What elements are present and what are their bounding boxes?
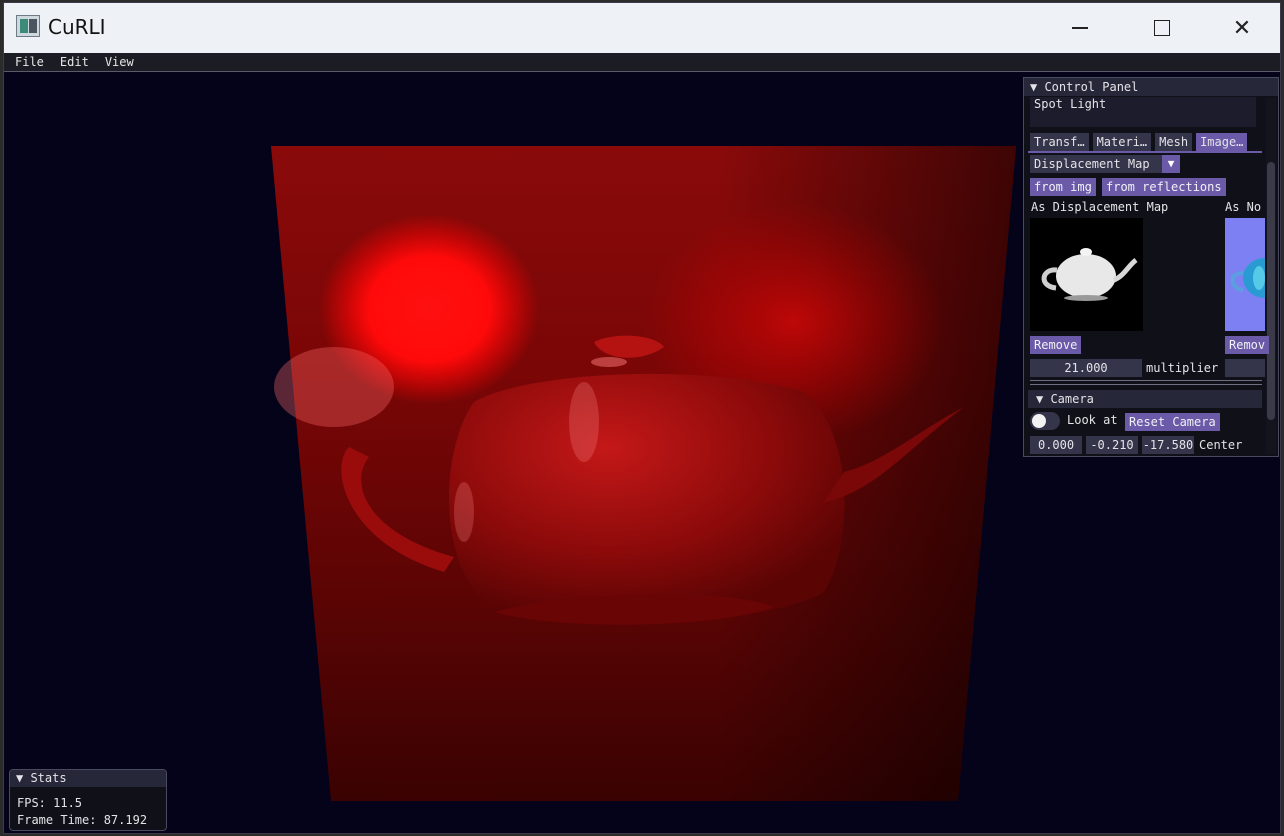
camera-section-header[interactable]: ▼ Camera bbox=[1028, 390, 1262, 408]
look-at-label: Look at bbox=[1067, 413, 1118, 427]
maximize-button[interactable] bbox=[1122, 3, 1202, 53]
from-img-button[interactable]: from img bbox=[1030, 178, 1096, 196]
title-bar[interactable]: CuRLI ✕ bbox=[4, 3, 1280, 53]
separator bbox=[1030, 384, 1262, 385]
stats-panel[interactable]: ▼ Stats FPS: 11.5 Frame Time: 87.192 ms bbox=[9, 769, 167, 831]
toggle-knob bbox=[1032, 414, 1046, 428]
normal-map-preview bbox=[1225, 218, 1265, 331]
control-panel[interactable]: ▼ Control Panel Spot Light Transf… Mater… bbox=[1023, 77, 1279, 457]
scrollbar-thumb[interactable] bbox=[1267, 162, 1275, 420]
selected-object[interactable]: Spot Light bbox=[1034, 97, 1106, 111]
center-label: Center bbox=[1199, 438, 1243, 452]
menu-view[interactable]: View bbox=[97, 53, 142, 71]
maximize-icon bbox=[1154, 20, 1170, 36]
menu-edit[interactable]: Edit bbox=[52, 53, 97, 71]
remove-displacement-button[interactable]: Remove bbox=[1030, 336, 1082, 354]
center-y-input[interactable]: -0.210 bbox=[1086, 436, 1138, 454]
center-z-input[interactable]: -17.580 bbox=[1142, 436, 1194, 454]
menu-file[interactable]: File bbox=[4, 53, 52, 71]
multiplier-input[interactable]: 21.000 bbox=[1030, 359, 1142, 377]
tab-image[interactable]: Image… bbox=[1196, 133, 1248, 151]
from-reflections-button[interactable]: from reflections bbox=[1102, 178, 1226, 196]
control-panel-header[interactable]: ▼ Control Panel bbox=[1024, 78, 1278, 96]
object-list[interactable]: Spot Light bbox=[1030, 97, 1256, 127]
minimize-icon bbox=[1072, 27, 1088, 29]
app-icon bbox=[16, 15, 40, 37]
remove-normal-button[interactable]: Remov bbox=[1225, 336, 1270, 354]
as-normal-label: As No bbox=[1225, 200, 1262, 214]
map-type-value: Displacement Map bbox=[1034, 157, 1150, 171]
panel-tabs: Transf… Materi… Mesh Image… bbox=[1030, 133, 1260, 151]
app-window: CuRLI ✕ File Edit View ▼ Control Panel S… bbox=[3, 2, 1281, 834]
close-icon: ✕ bbox=[1232, 15, 1252, 41]
dropdown-arrow-icon[interactable]: ▼ bbox=[1162, 155, 1180, 173]
look-at-toggle[interactable] bbox=[1030, 412, 1060, 430]
tab-underline bbox=[1028, 151, 1262, 153]
window-title: CuRLI bbox=[48, 15, 106, 39]
tab-material[interactable]: Materi… bbox=[1092, 133, 1152, 151]
normal-multiplier-input[interactable] bbox=[1225, 359, 1265, 377]
displacement-map-preview bbox=[1030, 218, 1143, 331]
panel-scrollbar[interactable] bbox=[1266, 98, 1276, 454]
minimize-button[interactable] bbox=[1040, 3, 1120, 53]
separator bbox=[1030, 380, 1262, 381]
frame-time-readout: Frame Time: 87.192 ms bbox=[17, 813, 148, 830]
tab-mesh[interactable]: Mesh bbox=[1155, 133, 1193, 151]
tab-transform[interactable]: Transf… bbox=[1030, 133, 1089, 151]
multiplier-label: multiplier bbox=[1146, 361, 1219, 375]
stats-header[interactable]: ▼ Stats bbox=[10, 770, 166, 787]
fps-readout: FPS: 11.5 bbox=[17, 796, 83, 810]
reset-camera-button[interactable]: Reset Camera bbox=[1125, 413, 1220, 431]
as-displacement-label: As Displacement Map bbox=[1031, 200, 1169, 214]
map-type-select[interactable]: Displacement Map ▼ bbox=[1030, 155, 1180, 173]
menu-bar: File Edit View bbox=[4, 53, 1280, 72]
close-button[interactable]: ✕ bbox=[1202, 3, 1280, 53]
center-x-input[interactable]: 0.000 bbox=[1030, 436, 1082, 454]
